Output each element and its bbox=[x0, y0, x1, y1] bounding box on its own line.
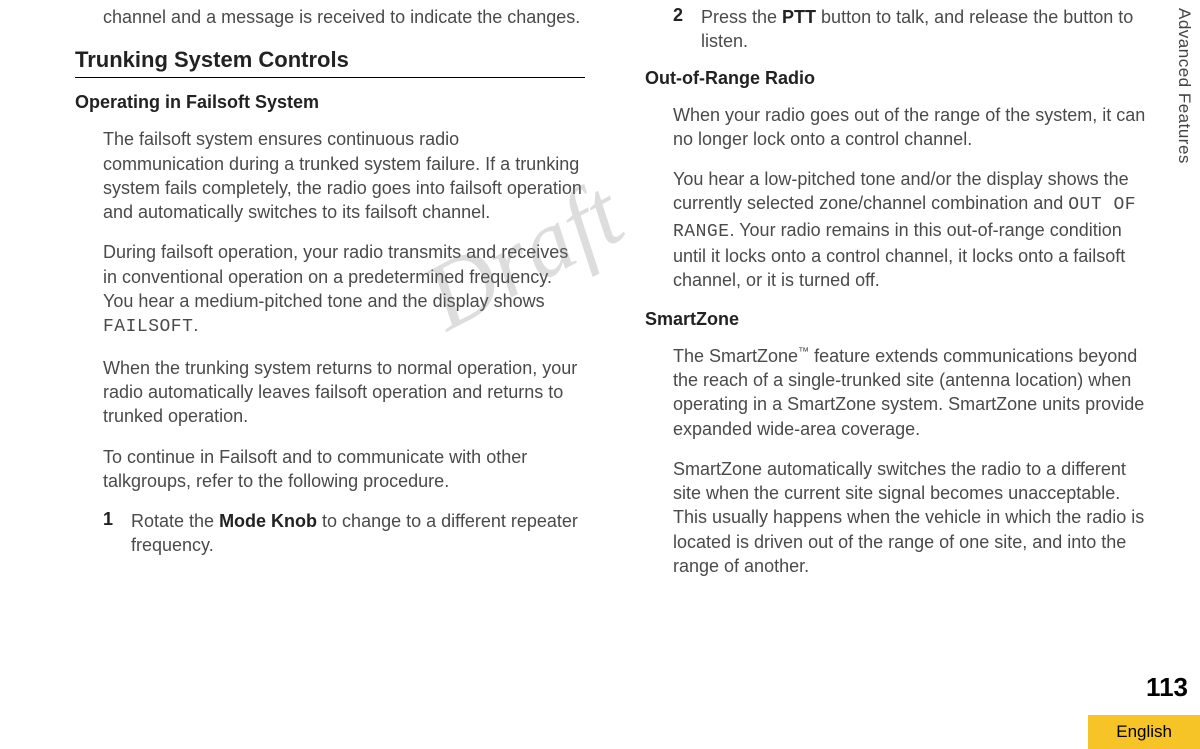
side-tab-label: Advanced Features bbox=[1174, 8, 1194, 164]
oor-p2-post: . Your radio remains in this out-of-rang… bbox=[673, 220, 1125, 291]
sz-p1-pre: The SmartZone bbox=[673, 346, 798, 366]
step-2: 2 Press the PTT button to talk, and rele… bbox=[673, 5, 1155, 54]
section-heading: Trunking System Controls bbox=[75, 47, 585, 78]
failsoft-p4: To continue in Failsoft and to communica… bbox=[103, 445, 585, 494]
step-2-bold: PTT bbox=[782, 7, 816, 27]
language-tab: English bbox=[1088, 715, 1200, 749]
oor-p2: You hear a low-pitched tone and/or the d… bbox=[673, 167, 1155, 292]
sz-p2: SmartZone automatically switches the rad… bbox=[673, 457, 1155, 578]
failsoft-p2: During failsoft operation, your radio tr… bbox=[103, 240, 585, 339]
failsoft-p1: The failsoft system ensures continuous r… bbox=[103, 127, 585, 224]
oor-p2-pre: You hear a low-pitched tone and/or the d… bbox=[673, 169, 1129, 213]
step-2-pre: Press the bbox=[701, 7, 782, 27]
step-1: 1 Rotate the Mode Knob to change to a di… bbox=[103, 509, 585, 558]
failsoft-p2-post: . bbox=[193, 315, 198, 335]
oor-p1: When your radio goes out of the range of… bbox=[673, 103, 1155, 152]
failsoft-p3: When the trunking system returns to norm… bbox=[103, 356, 585, 429]
page-number: 113 bbox=[1146, 672, 1188, 703]
step-2-text: Press the PTT button to talk, and releas… bbox=[701, 5, 1155, 54]
step-1-bold: Mode Knob bbox=[219, 511, 317, 531]
sub-heading-smartzone: SmartZone bbox=[645, 309, 1155, 330]
sz-tm: ™ bbox=[798, 346, 809, 358]
right-column: 2 Press the PTT button to talk, and rele… bbox=[645, 5, 1155, 594]
sub-heading-failsoft: Operating in Failsoft System bbox=[75, 92, 585, 113]
failsoft-p2-pre: During failsoft operation, your radio tr… bbox=[103, 242, 568, 311]
sub-heading-outofrange: Out-of-Range Radio bbox=[645, 68, 1155, 89]
step-1-pre: Rotate the bbox=[131, 511, 219, 531]
page-content: channel and a message is received to ind… bbox=[0, 0, 1200, 614]
intro-para: channel and a message is received to ind… bbox=[103, 5, 585, 29]
left-column: channel and a message is received to ind… bbox=[75, 5, 585, 594]
failsoft-code: FAILSOFT bbox=[103, 317, 193, 337]
sz-p1: The SmartZone™ feature extends communica… bbox=[673, 344, 1155, 441]
step-2-num: 2 bbox=[673, 5, 701, 54]
step-1-num: 1 bbox=[103, 509, 131, 558]
step-1-text: Rotate the Mode Knob to change to a diff… bbox=[131, 509, 585, 558]
